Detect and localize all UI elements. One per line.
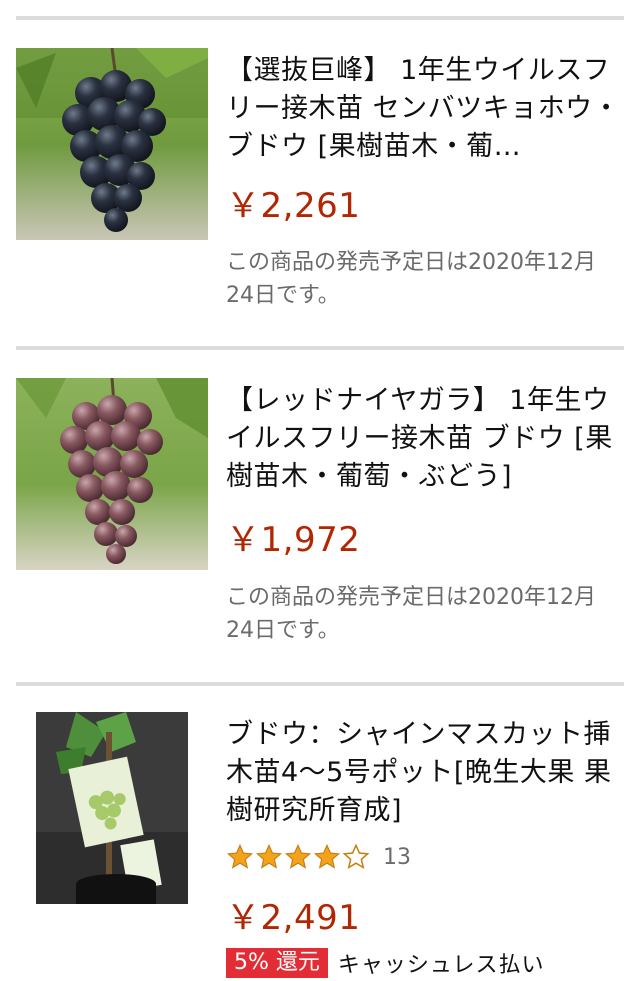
cashback-info: 5% 還元 キャッシュレス払い (226, 946, 544, 980)
product-title[interactable]: 【選抜巨峰】 1年生ウイルスフリー接木苗 センバツキョホウ・ブドウ [果樹苗木・… (226, 52, 626, 166)
star-filled-icon (313, 843, 341, 869)
star-empty-icon (342, 843, 370, 870)
search-results-list: 【選抜巨峰】 1年生ウイルスフリー接木苗 センバツキョホウ・ブドウ [果樹苗木・… (0, 0, 640, 981)
product-image-shine-muscat-seedling[interactable] (36, 712, 188, 904)
product-price: ￥1,972 (226, 520, 361, 560)
star-filled-icon (226, 843, 254, 869)
divider (16, 16, 624, 20)
star-filled-icon (284, 843, 312, 869)
divider (16, 346, 624, 350)
product-price: ￥2,261 (226, 186, 361, 226)
product-title[interactable]: ブドウ：シャインマスカット挿木苗4〜5号ポット[晩生大果 果樹研究所育成] (226, 716, 626, 830)
star-filled-icon (255, 843, 283, 869)
star-rating (226, 843, 371, 871)
product-title[interactable]: 【レッドナイヤガラ】 1年生ウイルスフリー接木苗 ブドウ [果樹苗木・葡萄・ぶど… (226, 382, 626, 496)
product-image-kyoho-grape[interactable] (16, 48, 208, 240)
release-date-note: この商品の発売予定日は2020年12月24日です。 (226, 250, 596, 308)
product-rating[interactable]: 13 (226, 842, 411, 872)
product-price: ￥2,491 (226, 898, 361, 938)
divider (16, 682, 624, 686)
cashback-label: キャッシュレス払い (337, 953, 545, 978)
cashback-badge: 5% 還元 (226, 948, 328, 978)
product-image-red-niagara-grape[interactable] (16, 378, 208, 570)
review-count[interactable]: 13 (383, 845, 411, 870)
release-date-note: この商品の発売予定日は2020年12月24日です。 (226, 585, 596, 643)
